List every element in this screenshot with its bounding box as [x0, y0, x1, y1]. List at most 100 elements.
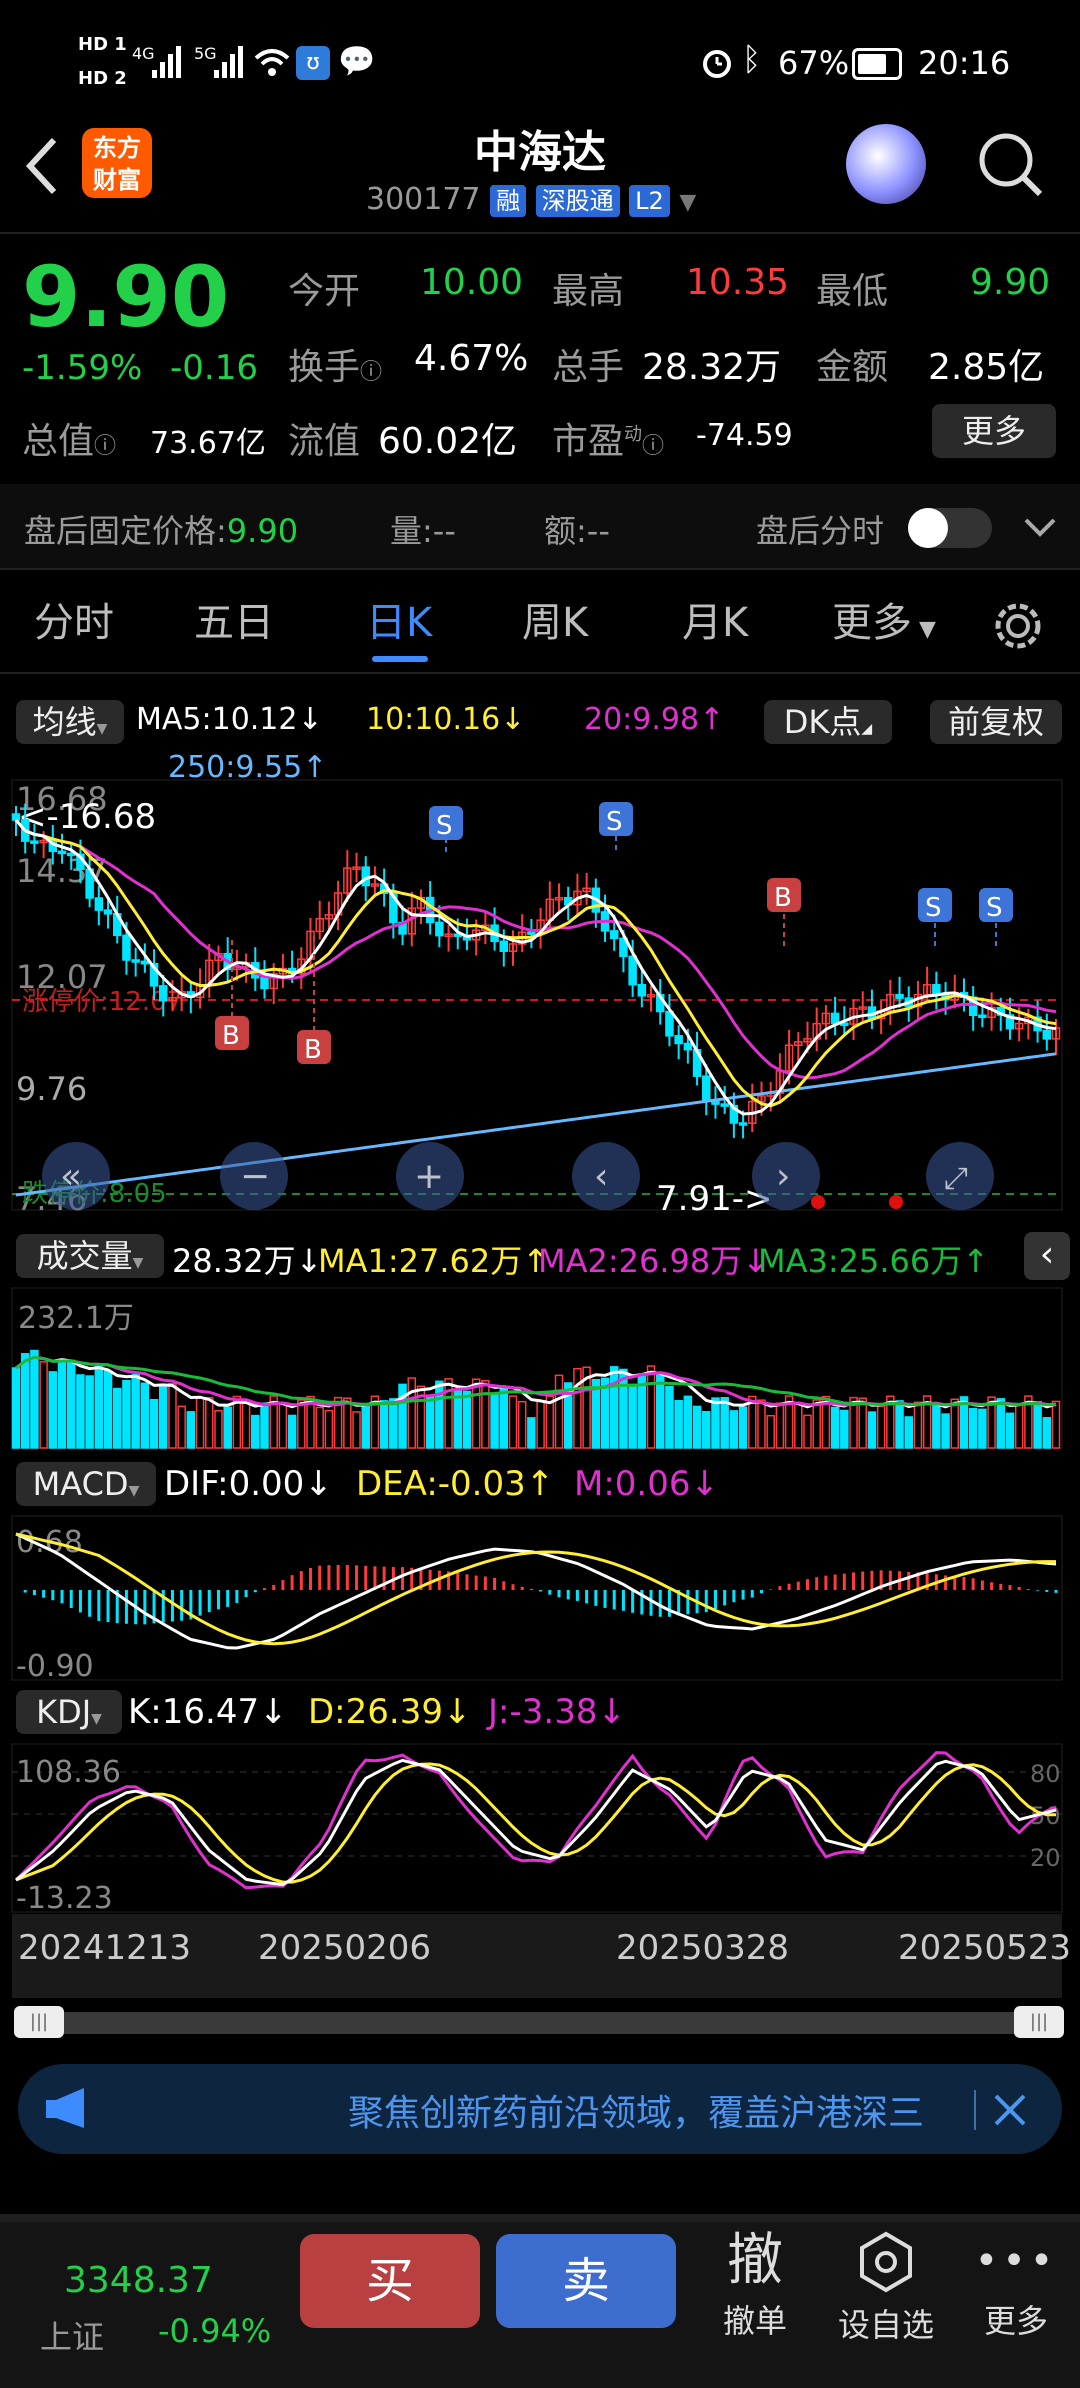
ma-selector-button[interactable]: 均线▼ — [16, 700, 124, 744]
robot-assistant-icon[interactable] — [846, 124, 926, 204]
collapse-indicator-button[interactable]: ‹ — [1024, 1232, 1070, 1280]
news-banner[interactable]: 聚焦创新药前沿领域，覆盖沪港深三 — [18, 2064, 1062, 2154]
kline-chart[interactable]: 16.68 <-16.68 14.37 12.07 9.76 7.46 涨停价:… — [0, 770, 1080, 1220]
volume-bar — [287, 1414, 297, 1449]
kdj-indicator-button[interactable]: KDJ▼ — [16, 1690, 122, 1734]
y-axis-top-arrow: <-16.68 — [18, 797, 156, 837]
tab-more[interactable]: 更多 ▼ — [832, 578, 936, 675]
volume-bar — [729, 1410, 739, 1449]
high-value: 10.35 — [686, 262, 790, 303]
adjust-forward-button[interactable]: 前复权 — [930, 700, 1062, 744]
volume-indicator-button[interactable]: 成交量▼ — [16, 1234, 164, 1278]
afterhours-toggle[interactable] — [908, 508, 992, 548]
candle-body — [527, 931, 536, 935]
change-value: -0.16 — [170, 348, 258, 388]
badge-sgt[interactable]: 深股通 — [535, 185, 620, 217]
tab-daily-k[interactable]: 日K — [366, 578, 432, 668]
pan-left-icon: « — [60, 1156, 82, 1197]
code-dropdown-icon[interactable]: ▼ — [679, 190, 696, 215]
index-name[interactable]: 上证 — [40, 2312, 104, 2358]
change-percent: -1.59% — [22, 348, 143, 388]
macd-indicator-button[interactable]: MACD▼ — [16, 1462, 156, 1506]
macd-dif: DIF:0.00↓ — [164, 1464, 333, 1504]
volume-bar — [536, 1400, 545, 1449]
volume-bar — [149, 1398, 159, 1449]
volume-bar — [1014, 1404, 1024, 1449]
kdj-d: D:26.39↓ — [308, 1692, 472, 1732]
battery-percent: 67% — [778, 44, 850, 82]
candle-body — [30, 840, 39, 844]
signal-label: S — [925, 893, 942, 923]
kdj-chart[interactable]: 108.36 -13.23 80 50 20 — [0, 1742, 1080, 1914]
volume-bar — [20, 1353, 30, 1449]
volume-bar — [435, 1380, 444, 1449]
volume-ma2-line — [15, 1355, 1057, 1407]
dk-point-button[interactable]: DK点◢ — [764, 700, 892, 744]
volume-bar — [876, 1405, 886, 1449]
volume-bar — [361, 1405, 370, 1449]
low-value: 9.90 — [970, 262, 1051, 303]
candle-body — [609, 930, 619, 940]
ma5-value: MA5:10.12↓ — [136, 702, 323, 737]
afterhours-row: 盘后固定价格:9.90 量:-- 额:-- 盘后分时 — [0, 484, 1080, 568]
date-axis: 20241213 20250206 20250328 20250523 — [12, 1914, 1071, 1998]
badge-l2[interactable]: L2 — [629, 185, 670, 217]
volume-bar — [702, 1411, 711, 1449]
volume-bar — [48, 1371, 58, 1449]
volume-bar — [1005, 1412, 1015, 1449]
volume-bar — [609, 1366, 619, 1449]
search-icon[interactable] — [976, 130, 1046, 200]
volume-bar — [379, 1400, 389, 1449]
sell-button[interactable]: 卖 — [496, 2234, 676, 2328]
volume-header: 成交量▼ 28.32万↓ MA1:27.62万↑ MA2:26.98万↓ MA3… — [0, 1228, 1080, 1284]
ma20-value: 20:9.98↑ — [584, 702, 725, 737]
app-notification-icon: ʊ — [296, 46, 330, 80]
wifi-icon — [254, 49, 290, 76]
tab-monthly-k[interactable]: 月K — [682, 578, 748, 668]
more-menu-button[interactable]: ••• 更多 — [966, 2226, 1066, 2342]
kdj-d-line — [15, 1762, 1056, 1884]
tab-timeshare[interactable]: 分时 — [34, 578, 114, 668]
open-value: 10.00 — [420, 262, 524, 303]
more-quote-button[interactable]: 更多 — [932, 404, 1056, 458]
close-icon[interactable] — [988, 2088, 1032, 2132]
index-value[interactable]: 3348.37 — [64, 2260, 213, 2301]
signal-label: B — [222, 1021, 240, 1051]
macd-chart[interactable]: 0.68 -0.90 — [0, 1514, 1080, 1682]
range-slider[interactable] — [18, 2012, 1062, 2034]
volume-bar — [223, 1406, 232, 1449]
volume-bar — [251, 1414, 260, 1449]
zoom-out-icon: − — [240, 1156, 270, 1197]
volume-bar — [950, 1398, 960, 1449]
range-handle-left[interactable]: ||| — [14, 2006, 64, 2038]
quote-panel: 9.90 -1.59% -0.16 今开 10.00 最高 10.35 最低 9… — [0, 234, 1080, 484]
tab-weekly-k[interactable]: 周K — [522, 578, 588, 668]
candle-body — [978, 1014, 987, 1019]
candle-body — [140, 960, 150, 965]
cancel-order-button[interactable]: 撤 撤单 — [700, 2226, 810, 2342]
volume-chart[interactable]: 232.1万 — [0, 1286, 1080, 1450]
volume-bar — [407, 1377, 417, 1449]
volume-bar — [205, 1396, 214, 1449]
tab-five-day[interactable]: 五日 — [194, 578, 274, 668]
chevron-down-icon[interactable] — [1020, 512, 1060, 542]
kdj-y-bottom: -13.23 — [16, 1881, 113, 1914]
volume-bar — [398, 1383, 407, 1449]
settings-gear-icon[interactable] — [990, 598, 1046, 654]
volume-bar — [481, 1380, 490, 1449]
volume-bar — [499, 1386, 509, 1449]
volume-bar — [186, 1411, 196, 1449]
add-watchlist-button[interactable]: 设自选 — [826, 2226, 946, 2346]
amount-label: 金额 — [816, 347, 889, 388]
badge-rong[interactable]: 融 — [490, 185, 527, 217]
volume-bar — [766, 1414, 775, 1449]
volume-bar — [830, 1406, 840, 1449]
range-handle-right[interactable]: ||| — [1014, 2006, 1064, 2038]
volume-bar — [159, 1385, 168, 1449]
volume-bar — [895, 1400, 904, 1449]
mktcap-label: 总值ⓘ — [22, 421, 117, 462]
volume-bar — [867, 1411, 877, 1449]
news-text[interactable]: 聚焦创新药前沿领域，覆盖沪港深三 — [348, 2084, 988, 2136]
buy-button[interactable]: 买 — [300, 2234, 480, 2328]
afterhours-volume: 量:-- — [390, 512, 456, 550]
